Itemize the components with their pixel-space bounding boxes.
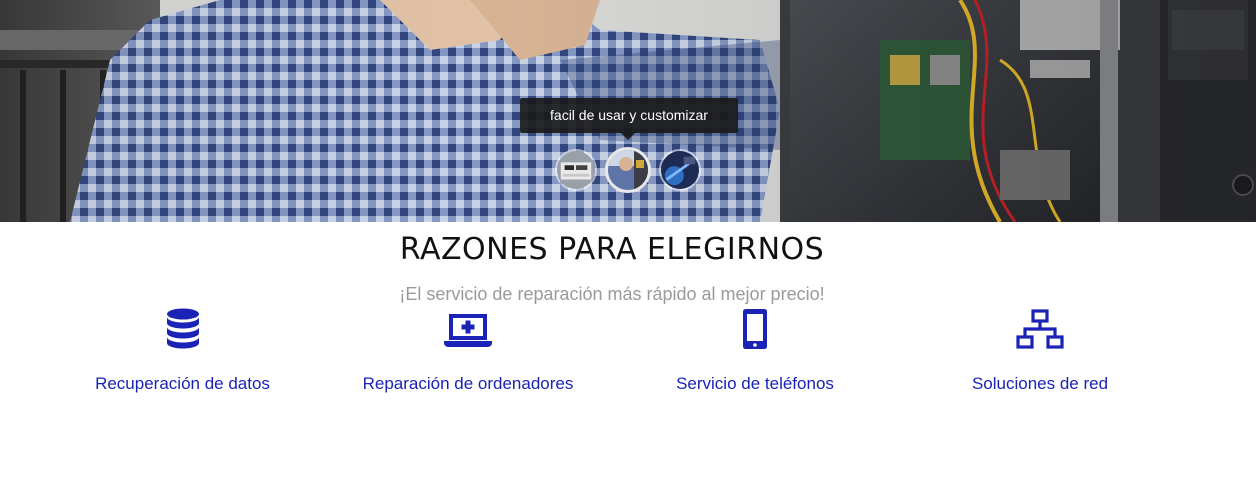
thumbnail-image-3 [661, 151, 699, 189]
slide-tooltip-arrow [621, 133, 635, 140]
feature-label: Recuperación de datos [95, 374, 270, 393]
slide-thumbnail-1[interactable] [555, 149, 597, 191]
slide-thumbnails [555, 147, 709, 193]
slide-tooltip: facil de usar y customizar [520, 98, 738, 133]
mobile-phone-icon [743, 309, 767, 349]
feature-network-solutions[interactable]: Soluciones de red [960, 308, 1120, 408]
section-subtitle: ¡El servicio de reparación más rápido al… [399, 284, 825, 304]
database-icon [166, 308, 199, 349]
thumbnail-image-2 [608, 150, 648, 190]
feature-computer-repair[interactable]: Reparación de ordenadores [348, 308, 588, 408]
laptop-plus-icon [444, 314, 492, 347]
section-title: RAZONES PARA ELEGIRNOS [399, 232, 825, 267]
slide-thumbnail-3[interactable] [659, 149, 701, 191]
feature-data-recovery[interactable]: Recuperación de datos [80, 308, 285, 408]
feature-label: Servicio de teléfonos [676, 374, 834, 393]
network-icon [1016, 309, 1064, 349]
thumbnail-image-1 [557, 151, 595, 189]
hero-slider: facil de usar y customizar [0, 0, 1256, 222]
slide-thumbnail-2[interactable] [605, 147, 651, 193]
feature-label: Soluciones de red [971, 374, 1109, 393]
feature-label: Reparación de ordenadores [362, 374, 574, 393]
feature-phone-service[interactable]: Servicio de teléfonos [660, 308, 850, 408]
